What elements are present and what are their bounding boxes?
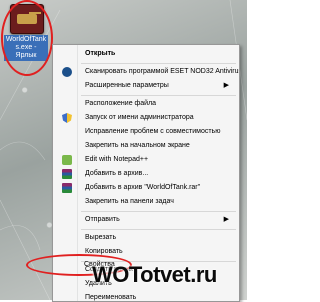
menu-item-notepad[interactable]: Edit with Notepad++ [55, 153, 237, 167]
menu-separator [81, 63, 236, 64]
menu-separator [81, 229, 236, 230]
menu-item-add-archive-named[interactable]: Добавить в архив "WorldOfTank.rar" [55, 181, 237, 195]
submenu-arrow-icon: ▶ [223, 82, 229, 89]
menu-item-cut[interactable]: Вырезать [55, 231, 237, 245]
site-watermark: WOTotvet.ru [92, 262, 217, 287]
menu-item-advanced[interactable]: Расширенные параметры ▶ [55, 79, 237, 93]
highlight-circle-icon [1, 0, 53, 76]
menu-item-add-archive[interactable]: Добавить в архив... [55, 167, 237, 181]
menu-item-eset-scan[interactable]: Сканировать программой ESET NOD32 Antivi… [55, 65, 239, 79]
menu-separator [81, 211, 236, 212]
menu-separator [81, 95, 236, 96]
menu-item-pin-start[interactable]: Закрепить на начальном экране [55, 139, 237, 153]
winrar-icon [62, 169, 72, 179]
uac-shield-icon [62, 113, 72, 123]
winrar-icon [62, 183, 72, 193]
menu-item-pin-taskbar[interactable]: Закрепить на панели задач [55, 195, 237, 209]
submenu-arrow-icon: ▶ [223, 216, 229, 223]
desktop-shortcut-worldoftanks[interactable]: WorldOfTank s.exe - Ярлык [1, 0, 53, 76]
menu-item-compatibility[interactable]: Исправление проблем с совместимостью [55, 125, 237, 139]
menu-item-run-as-admin[interactable]: Запуск от имени администратора [55, 111, 237, 125]
menu-item-rename[interactable]: Переименовать [55, 291, 237, 301]
notepad-plus-plus-icon [62, 155, 72, 165]
menu-item-send-to[interactable]: Отправить ▶ [55, 213, 237, 227]
menu-item-open[interactable]: Открыть [55, 47, 237, 61]
menu-item-file-location[interactable]: Расположение файла [55, 97, 237, 111]
eset-icon [62, 67, 72, 77]
